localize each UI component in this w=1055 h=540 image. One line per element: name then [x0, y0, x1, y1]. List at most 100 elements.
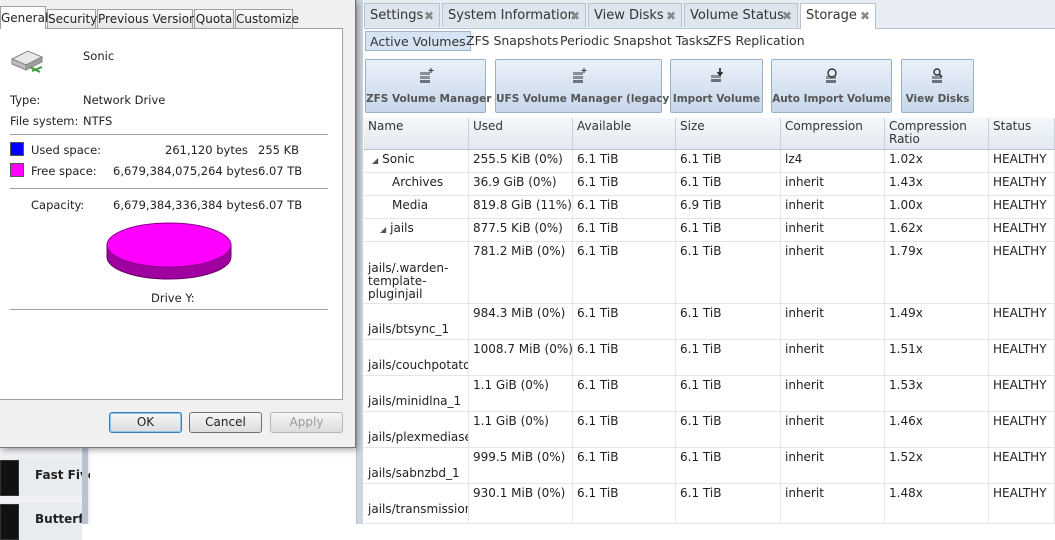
available-cell: 6.1 TiB	[573, 412, 676, 447]
tab-view-disks[interactable]: View Disks ✖	[588, 3, 682, 27]
tab-previous-versions[interactable]: Previous Versions	[97, 9, 203, 28]
close-icon[interactable]: ✖	[860, 4, 870, 28]
used-cell: 1.1 GiB (0%)	[469, 412, 573, 447]
tab-customize[interactable]: Customize	[235, 9, 299, 28]
used-space-bytes: 261,120 bytes	[165, 143, 248, 157]
view-disks-button[interactable]: View Disks	[901, 59, 974, 113]
ufs-volume-manager-button[interactable]: UFS Volume Manager (legacy)	[495, 59, 674, 113]
table-row[interactable]: jails/couchpotato_ 1008.7 MiB (0%) 6.1 T…	[364, 340, 1055, 376]
drive-caption: Drive Y:	[151, 291, 195, 305]
used-cell: 930.1 MiB (0%)	[469, 484, 573, 523]
table-row[interactable]: jails/plexmediase 1.1 GiB (0%) 6.1 TiB 6…	[364, 412, 1055, 448]
zfs-volume-manager-button[interactable]: ZFS Volume Manager	[365, 59, 492, 113]
apply-button[interactable]: Apply	[270, 412, 343, 433]
subtab-periodic-snapshot-tasks[interactable]: Periodic Snapshot Tasks	[556, 31, 713, 51]
column-header-compression-ratio[interactable]: Compression Ratio	[885, 118, 989, 150]
status-cell: HEALTHY	[989, 448, 1055, 483]
type-value: Network Drive	[83, 93, 166, 107]
close-icon[interactable]: ✖	[782, 4, 792, 28]
tab-security[interactable]: Security	[47, 9, 97, 28]
subtab-zfs-replication[interactable]: ZFS Replication	[704, 31, 809, 51]
close-icon[interactable]: ✖	[570, 4, 580, 28]
button-label: ZFS Volume Manager	[366, 93, 492, 105]
compression-cell: inherit	[781, 448, 885, 483]
table-row[interactable]: jails/.warden-template-pluginjail 781.2 …	[364, 242, 1055, 304]
ratio-cell: 1.52x	[885, 448, 989, 483]
size-cell: 6.1 TiB	[676, 412, 781, 447]
column-header-name[interactable]: Name	[364, 118, 469, 150]
used-cell: 984.3 MiB (0%)	[469, 304, 573, 339]
size-cell: 6.1 TiB	[676, 304, 781, 339]
status-cell: HEALTHY	[989, 219, 1055, 241]
splitter-bar[interactable]	[356, 0, 363, 524]
capacity-label: Capacity:	[31, 198, 85, 212]
used-cell: 999.5 MiB (0%)	[469, 448, 573, 483]
table-row[interactable]: ◢ Sonic 255.5 KiB (0%) 6.1 TiB 6.1 TiB lz…	[364, 150, 1055, 173]
close-icon[interactable]: ✖	[666, 4, 676, 28]
status-cell: HEALTHY	[989, 196, 1055, 218]
available-cell: 6.1 TiB	[573, 196, 676, 218]
used-space-label: Used space:	[31, 143, 102, 157]
status-cell: HEALTHY	[989, 150, 1055, 172]
column-header-size[interactable]: Size	[676, 118, 781, 150]
tab-system-information[interactable]: System Information ✖	[442, 3, 586, 27]
table-row[interactable]: jails/transmission 930.1 MiB (0%) 6.1 Ti…	[364, 484, 1055, 524]
storage-subtab-bar: Active Volumes ZFS Snapshots Periodic Sn…	[364, 29, 1055, 53]
name-cell: ◢ Sonic	[364, 150, 469, 172]
ratio-cell: 1.49x	[885, 304, 989, 339]
tab-settings[interactable]: Settings ✖	[364, 3, 440, 27]
name-cell: jails/btsync_1	[364, 304, 469, 339]
available-cell: 6.1 TiB	[573, 219, 676, 241]
expand-triangle-icon[interactable]: ◢	[372, 156, 378, 165]
file-system-value: NTFS	[83, 114, 113, 128]
column-header-status[interactable]: Status	[989, 118, 1055, 150]
drive-name: Sonic	[83, 49, 115, 63]
cancel-button[interactable]: Cancel	[189, 412, 262, 433]
compression-cell: inherit	[781, 412, 885, 447]
auto-import-volume-button[interactable]: Auto Import Volume	[771, 59, 892, 113]
column-header-available[interactable]: Available	[573, 118, 676, 150]
divider	[10, 309, 328, 310]
expand-triangle-icon[interactable]: ◢	[380, 225, 386, 234]
available-cell: 6.1 TiB	[573, 340, 676, 375]
subtab-active-volumes[interactable]: Active Volumes	[365, 31, 471, 51]
available-cell: 6.1 TiB	[573, 376, 676, 411]
free-space-short: 6.07 TB	[258, 164, 303, 178]
status-cell: HEALTHY	[989, 340, 1055, 375]
subtab-zfs-snapshots[interactable]: ZFS Snapshots	[462, 31, 562, 51]
tab-general[interactable]: General	[0, 6, 48, 29]
table-row[interactable]: Media 819.8 GiB (11%) 6.1 TiB 6.9 TiB in…	[364, 196, 1055, 219]
ok-button[interactable]: OK	[109, 412, 182, 433]
pie-free-slice	[106, 222, 232, 268]
name-cell: jails/sabnzbd_1	[364, 448, 469, 483]
table-row[interactable]: ◢ jails 877.5 KiB (0%) 6.1 TiB 6.1 TiB in…	[364, 219, 1055, 242]
name-cell: jails/transmission	[364, 484, 469, 523]
compression-cell: lz4	[781, 150, 885, 172]
size-cell: 6.1 TiB	[676, 173, 781, 195]
free-space-label: Free space:	[31, 164, 97, 178]
name-cell: jails/couchpotato_	[364, 340, 469, 375]
close-icon[interactable]: ✖	[424, 4, 434, 28]
table-row[interactable]: Archives 36.9 GiB (0%) 6.1 TiB 6.1 TiB i…	[364, 173, 1055, 196]
status-cell: HEALTHY	[989, 376, 1055, 411]
tab-quota[interactable]: Quota	[194, 9, 234, 28]
general-tab-panel: Sonic Type: Network Drive File system: N…	[0, 28, 343, 400]
table-row[interactable]: jails/sabnzbd_1 999.5 MiB (0%) 6.1 TiB 6…	[364, 448, 1055, 484]
used-cell: 1.1 GiB (0%)	[469, 376, 573, 411]
size-cell: 6.1 TiB	[676, 448, 781, 483]
table-row[interactable]: jails/minidlna_1 1.1 GiB (0%) 6.1 TiB 6.…	[364, 376, 1055, 412]
column-header-compression[interactable]: Compression	[781, 118, 885, 150]
tab-storage[interactable]: Storage ✖	[800, 3, 876, 29]
list-item[interactable]: Fast Five	[0, 458, 96, 496]
import-volume-button[interactable]: Import Volume	[670, 59, 763, 113]
drive-properties-dialog: General Security Previous Versions Quota…	[0, 0, 356, 448]
list-item[interactable]: Butterfl	[0, 502, 87, 540]
table-row[interactable]: jails/btsync_1 984.3 MiB (0%) 6.1 TiB 6.…	[364, 304, 1055, 340]
ratio-cell: 1.48x	[885, 484, 989, 523]
tab-volume-status[interactable]: Volume Status ✖	[684, 3, 798, 27]
used-cell: 36.9 GiB (0%)	[469, 173, 573, 195]
used-cell: 255.5 KiB (0%)	[469, 150, 573, 172]
network-drive-icon	[10, 50, 44, 73]
column-header-used[interactable]: Used	[469, 118, 573, 150]
background-blank-pane	[90, 440, 356, 524]
